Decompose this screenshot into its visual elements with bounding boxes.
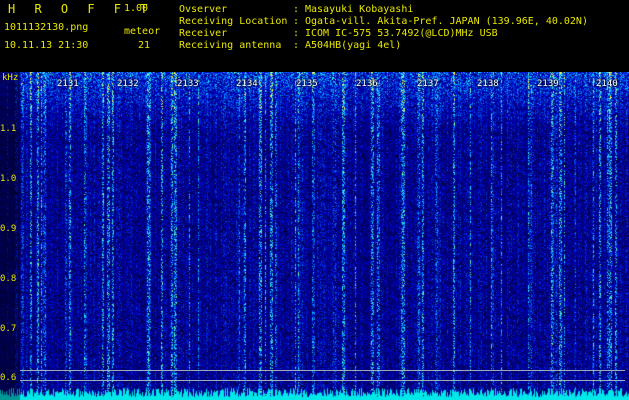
x-tick-label: 2139 (537, 79, 559, 89)
x-tick-label: 2136 (356, 79, 378, 89)
reference-line (20, 380, 625, 381)
antenna-label: Receiving antenna (179, 40, 282, 51)
observer-value: Masayuki Kobayashi (305, 4, 414, 15)
file-name: 1011132130.png (4, 22, 89, 33)
antenna-sep: : (293, 40, 300, 51)
receiver-label: Receiver (179, 28, 228, 39)
x-tick-label: 2134 (236, 79, 258, 89)
spectrogram-image (0, 72, 629, 400)
receiver-value: ICOM IC-575 53.7492(@LCD)MHz USB (305, 28, 498, 39)
y-tick-label: 0.8 (0, 274, 17, 284)
x-tick-label: 2132 (117, 79, 139, 89)
location-sep: : (293, 16, 300, 27)
meteor-label: meteor (124, 26, 161, 37)
y-tick-label: 0.9 (0, 224, 17, 234)
y-tick-label: 1.0 (0, 174, 17, 184)
antenna-value: A504HB(yagi 4el) (305, 40, 402, 51)
receiver-sep: : (293, 28, 300, 39)
y-tick-label: 0.6 (0, 373, 17, 383)
y-tick-label: 0.7 (0, 324, 17, 334)
meteor-count: 21 (138, 40, 151, 51)
axis-unit-label: kHz (2, 73, 19, 83)
spectrogram-panel: kHz 1.1 1.0 0.9 0.8 0.7 0.6 2131 2132 21… (0, 72, 629, 400)
x-tick-label: 2135 (296, 79, 318, 89)
y-tick-label: 1.1 (0, 124, 17, 134)
reference-line (20, 370, 625, 371)
observer-label: Ovserver (179, 4, 228, 15)
x-tick-label: 2131 (57, 79, 79, 89)
app-version: 1.00 (124, 3, 149, 14)
x-tick-label: 2137 (417, 79, 439, 89)
location-label: Receiving Location (179, 16, 288, 27)
x-tick-label: 2140 (596, 79, 618, 89)
header-panel: H R O F F T 1.00 1011132130.png 10.11.13… (0, 0, 629, 72)
location-value: Ogata-vill. Akita-Pref. JAPAN (139.96E, … (305, 16, 588, 27)
x-tick-label: 2138 (477, 79, 499, 89)
date-time: 10.11.13 21:30 (4, 40, 89, 51)
observer-sep: : (293, 4, 300, 15)
x-tick-label: 2133 (177, 79, 199, 89)
